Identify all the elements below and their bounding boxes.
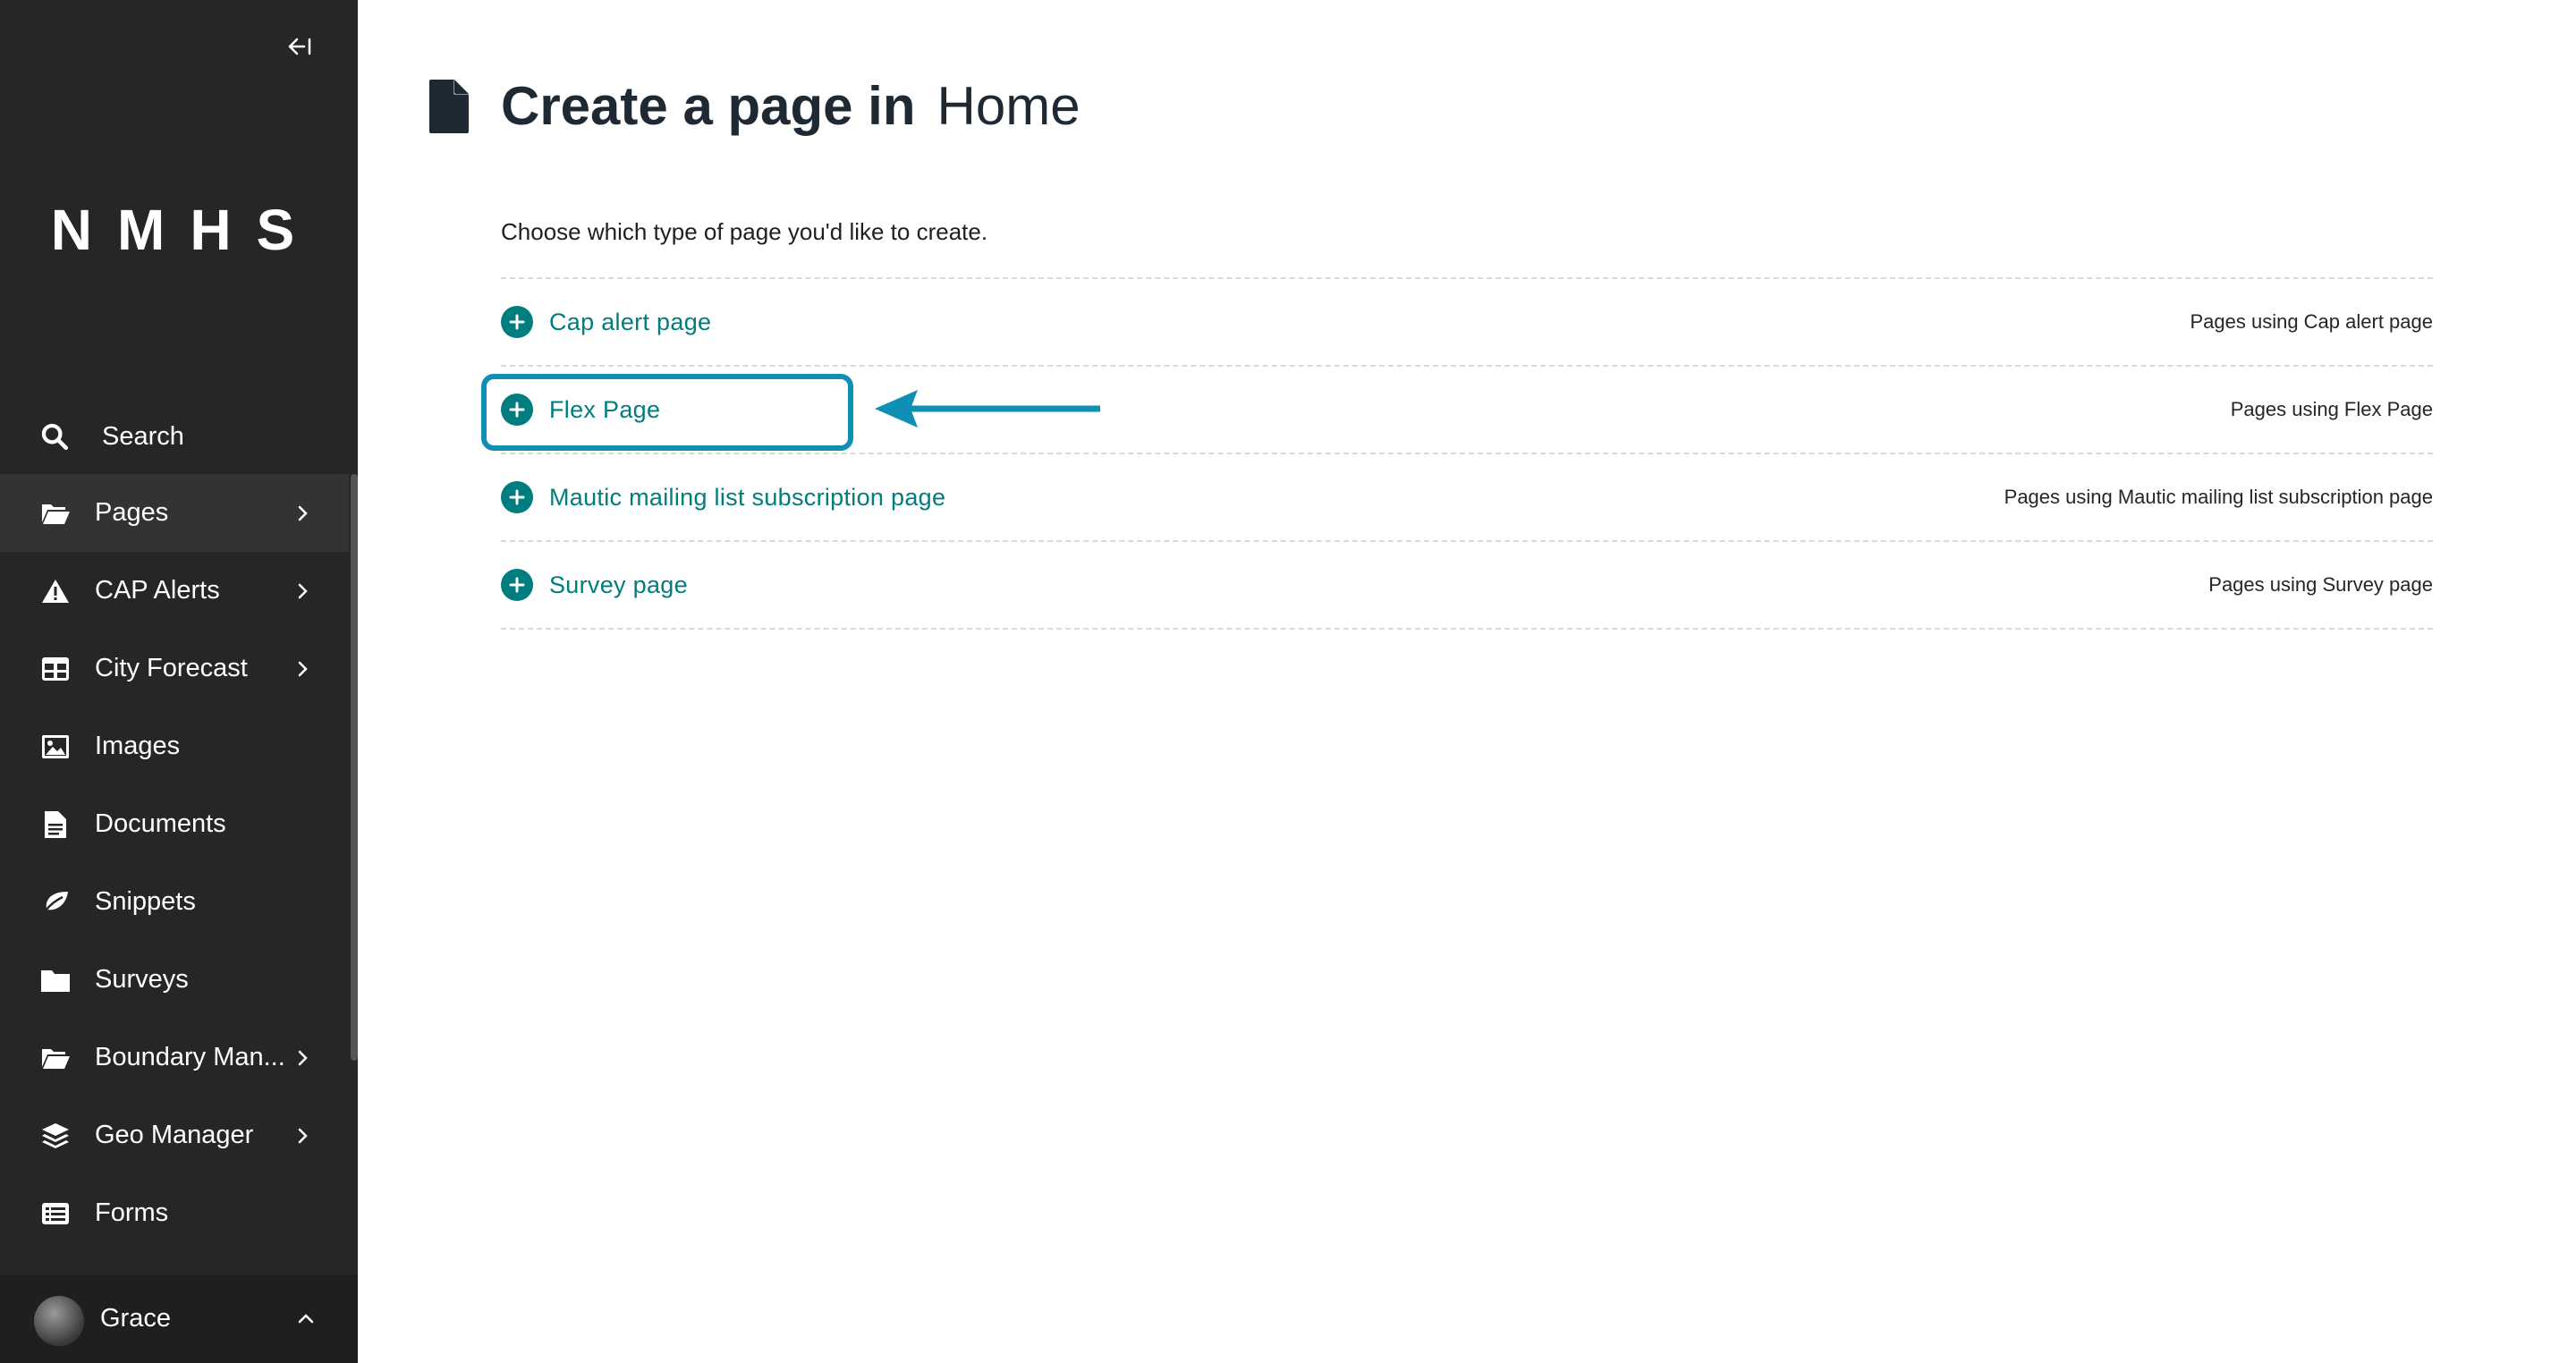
search-icon (41, 423, 69, 451)
page-title: Create a page in Home (501, 75, 1080, 137)
sidebar: NMHS Search Pages CAP Alerts City Foreca… (0, 0, 358, 1363)
list-icon (39, 1198, 72, 1230)
sidebar-item-images[interactable]: Images (0, 707, 349, 785)
pages-using-link[interactable]: Pages using Survey page (2208, 573, 2433, 597)
sidebar-item-geo-manager[interactable]: Geo Manager (0, 1096, 349, 1174)
table-icon (39, 653, 72, 685)
folder-open-icon (39, 497, 72, 529)
search-button[interactable]: Search (39, 417, 184, 456)
add-icon[interactable] (501, 306, 533, 338)
sidebar-scrollbar[interactable] (351, 474, 358, 1061)
sidebar-item-label: City Forecast (95, 654, 248, 682)
chevron-right-icon (298, 583, 308, 598)
leaf-icon (39, 886, 72, 919)
sidebar-item-cap-alerts[interactable]: CAP Alerts (0, 552, 349, 630)
sidebar-item-label: Boundary Man... (95, 1043, 285, 1071)
chevron-up-icon (298, 1314, 314, 1324)
page-header: Create a page in Home (428, 75, 1080, 137)
page-title-location: Home (936, 76, 1080, 136)
sidebar-item-label: Geo Manager (95, 1121, 254, 1149)
sidebar-item-forms[interactable]: Forms (0, 1174, 349, 1252)
main-content: Create a page in Home Choose which type … (358, 0, 2576, 1363)
sidebar-item-surveys[interactable]: Surveys (0, 941, 349, 1019)
folder-icon (39, 964, 72, 996)
sidebar-item-label: Documents (95, 809, 226, 838)
page-type-link[interactable]: Mautic mailing list subscription page (549, 484, 945, 512)
chevron-right-icon (298, 505, 308, 521)
sidebar-item-boundary-manager[interactable]: Boundary Man... (0, 1019, 349, 1096)
sidebar-item-pages[interactable]: Pages (0, 474, 349, 552)
sidebar-nav: Pages CAP Alerts City Forecast Images Do… (0, 474, 349, 1252)
sidebar-item-snippets[interactable]: Snippets (0, 863, 349, 941)
sidebar-item-city-forecast[interactable]: City Forecast (0, 630, 349, 707)
sidebar-item-label: Snippets (95, 887, 196, 916)
list-item: Survey page Pages using Survey page (501, 542, 2433, 630)
document-icon (429, 79, 469, 133)
pages-using-link[interactable]: Pages using Mautic mailing list subscrip… (2004, 486, 2433, 509)
pages-using-link[interactable]: Pages using Cap alert page (2190, 310, 2433, 334)
warning-icon (39, 575, 72, 607)
sidebar-item-label: CAP Alerts (95, 576, 220, 605)
sidebar-item-label: Images (95, 732, 181, 760)
search-label: Search (102, 421, 184, 451)
sidebar-item-documents[interactable]: Documents (0, 785, 349, 863)
layers-icon (39, 1120, 72, 1152)
logo[interactable]: NMHS (0, 197, 358, 263)
page-type-list: Cap alert page Pages using Cap alert pag… (501, 277, 2433, 630)
sidebar-item-label: Surveys (95, 965, 189, 994)
page-title-text: Create a page in (501, 76, 916, 136)
annotation-highlight-box (481, 374, 853, 451)
list-item: Cap alert page Pages using Cap alert pag… (501, 279, 2433, 367)
chevron-right-icon (298, 1050, 308, 1065)
list-item: Mautic mailing list subscription page Pa… (501, 454, 2433, 542)
avatar (34, 1296, 84, 1346)
sidebar-item-label: Forms (95, 1198, 169, 1227)
add-icon[interactable] (501, 569, 533, 601)
sidebar-item-label: Pages (95, 498, 169, 527)
chevron-right-icon (298, 1128, 308, 1143)
document-icon (39, 808, 72, 841)
annotation-arrow-icon (875, 390, 1100, 428)
collapse-left-icon (288, 38, 311, 55)
chevron-right-icon (298, 661, 308, 676)
folder-open-icon (39, 1042, 72, 1074)
page-type-link[interactable]: Cap alert page (549, 309, 711, 336)
add-icon[interactable] (501, 481, 533, 513)
account-menu-button[interactable]: Grace (0, 1274, 358, 1363)
intro-text: Choose which type of page you'd like to … (501, 218, 988, 245)
image-icon (39, 731, 72, 763)
collapse-sidebar-button[interactable] (277, 25, 320, 68)
account-name: Grace (100, 1304, 171, 1333)
pages-using-link[interactable]: Pages using Flex Page (2231, 398, 2433, 421)
page-type-link[interactable]: Survey page (549, 571, 688, 599)
